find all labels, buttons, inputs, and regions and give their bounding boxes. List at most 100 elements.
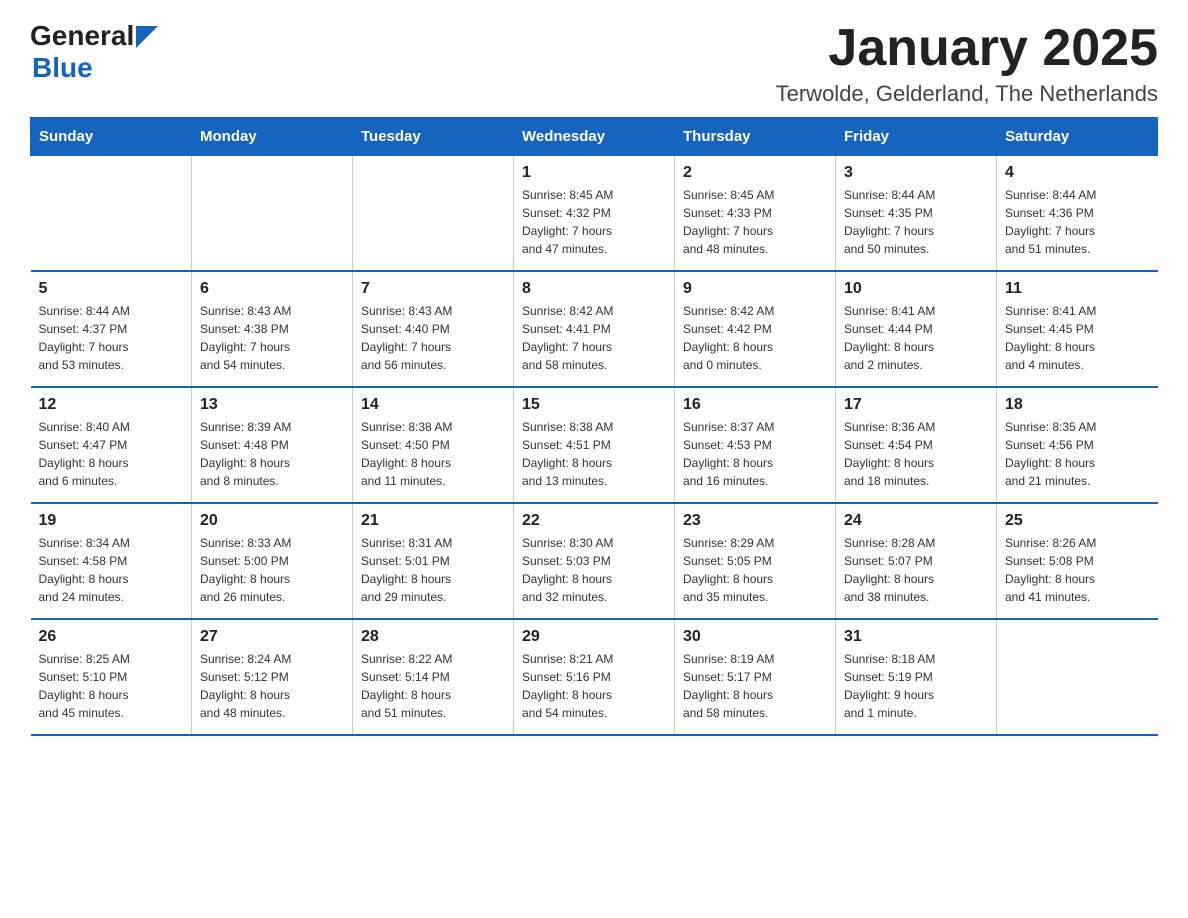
day-info: Sunrise: 8:25 AM Sunset: 5:10 PM Dayligh… (39, 650, 184, 722)
calendar-cell: 17 Sunrise: 8:36 AM Sunset: 4:54 PM Dayli… (836, 387, 997, 503)
month-title: January 2025 (776, 20, 1158, 77)
calendar-week-row: 26 Sunrise: 8:25 AM Sunset: 5:10 PM Dayli… (31, 619, 1158, 735)
day-info: Sunrise: 8:22 AM Sunset: 5:14 PM Dayligh… (361, 650, 505, 722)
day-info: Sunrise: 8:21 AM Sunset: 5:16 PM Dayligh… (522, 650, 666, 722)
day-info: Sunrise: 8:30 AM Sunset: 5:03 PM Dayligh… (522, 534, 666, 606)
day-info: Sunrise: 8:45 AM Sunset: 4:32 PM Dayligh… (522, 186, 666, 258)
weekday-header-monday: Monday (192, 118, 353, 156)
day-number: 9 (683, 280, 827, 298)
day-number: 29 (522, 628, 666, 646)
day-number: 20 (200, 512, 344, 530)
logo-blue: Blue (32, 52, 93, 84)
calendar-cell: 1 Sunrise: 8:45 AM Sunset: 4:32 PM Daylig… (514, 156, 675, 272)
day-number: 25 (1005, 512, 1150, 530)
day-number: 23 (683, 512, 827, 530)
day-number: 22 (522, 512, 666, 530)
day-info: Sunrise: 8:40 AM Sunset: 4:47 PM Dayligh… (39, 418, 184, 490)
calendar-table: SundayMondayTuesdayWednesdayThursdayFrid… (30, 117, 1158, 736)
calendar-cell: 9 Sunrise: 8:42 AM Sunset: 4:42 PM Daylig… (675, 271, 836, 387)
day-number: 27 (200, 628, 344, 646)
day-info: Sunrise: 8:26 AM Sunset: 5:08 PM Dayligh… (1005, 534, 1150, 606)
day-info: Sunrise: 8:36 AM Sunset: 4:54 PM Dayligh… (844, 418, 988, 490)
calendar-cell: 18Sunrise: 8:35 AM Sunset: 4:56 PM Dayli… (997, 387, 1158, 503)
day-number: 5 (39, 280, 184, 298)
calendar-week-row: 5 Sunrise: 8:44 AM Sunset: 4:37 PM Daylig… (31, 271, 1158, 387)
day-info: Sunrise: 8:42 AM Sunset: 4:41 PM Dayligh… (522, 302, 666, 374)
day-info: Sunrise: 8:28 AM Sunset: 5:07 PM Dayligh… (844, 534, 988, 606)
day-info: Sunrise: 8:33 AM Sunset: 5:00 PM Dayligh… (200, 534, 344, 606)
day-info: Sunrise: 8:18 AM Sunset: 5:19 PM Dayligh… (844, 650, 988, 722)
page-header: General Blue January 2025 Terwolde, Geld… (30, 20, 1158, 107)
day-number: 4 (1005, 164, 1150, 182)
weekday-header-tuesday: Tuesday (353, 118, 514, 156)
calendar-cell: 2 Sunrise: 8:45 AM Sunset: 4:33 PM Daylig… (675, 156, 836, 272)
day-number: 26 (39, 628, 184, 646)
calendar-cell: 6 Sunrise: 8:43 AM Sunset: 4:38 PM Daylig… (192, 271, 353, 387)
day-number: 14 (361, 396, 505, 414)
calendar-cell: 29 Sunrise: 8:21 AM Sunset: 5:16 PM Dayli… (514, 619, 675, 735)
calendar-cell: 30Sunrise: 8:19 AM Sunset: 5:17 PM Dayli… (675, 619, 836, 735)
logo-triangle-icon (136, 26, 158, 48)
calendar-cell: 3 Sunrise: 8:44 AM Sunset: 4:35 PM Daylig… (836, 156, 997, 272)
calendar-cell: 24Sunrise: 8:28 AM Sunset: 5:07 PM Dayli… (836, 503, 997, 619)
day-info: Sunrise: 8:45 AM Sunset: 4:33 PM Dayligh… (683, 186, 827, 258)
day-number: 8 (522, 280, 666, 298)
calendar-cell: 4 Sunrise: 8:44 AM Sunset: 4:36 PM Daylig… (997, 156, 1158, 272)
day-info: Sunrise: 8:41 AM Sunset: 4:45 PM Dayligh… (1005, 302, 1150, 374)
day-info: Sunrise: 8:42 AM Sunset: 4:42 PM Dayligh… (683, 302, 827, 374)
day-number: 13 (200, 396, 344, 414)
calendar-cell: 31Sunrise: 8:18 AM Sunset: 5:19 PM Dayli… (836, 619, 997, 735)
calendar-cell: 20 Sunrise: 8:33 AM Sunset: 5:00 PM Dayli… (192, 503, 353, 619)
logo-general: General (30, 20, 134, 52)
calendar-cell (31, 156, 192, 272)
calendar-cell: 21Sunrise: 8:31 AM Sunset: 5:01 PM Dayli… (353, 503, 514, 619)
calendar-cell: 27 Sunrise: 8:24 AM Sunset: 5:12 PM Dayli… (192, 619, 353, 735)
weekday-header-friday: Friday (836, 118, 997, 156)
day-number: 17 (844, 396, 988, 414)
day-number: 16 (683, 396, 827, 414)
calendar-cell: 11 Sunrise: 8:41 AM Sunset: 4:45 PM Dayli… (997, 271, 1158, 387)
day-info: Sunrise: 8:29 AM Sunset: 5:05 PM Dayligh… (683, 534, 827, 606)
calendar-cell: 7 Sunrise: 8:43 AM Sunset: 4:40 PM Daylig… (353, 271, 514, 387)
day-info: Sunrise: 8:43 AM Sunset: 4:38 PM Dayligh… (200, 302, 344, 374)
calendar-cell: 8 Sunrise: 8:42 AM Sunset: 4:41 PM Daylig… (514, 271, 675, 387)
title-block: January 2025 Terwolde, Gelderland, The N… (776, 20, 1158, 107)
day-info: Sunrise: 8:19 AM Sunset: 5:17 PM Dayligh… (683, 650, 827, 722)
day-info: Sunrise: 8:43 AM Sunset: 4:40 PM Dayligh… (361, 302, 505, 374)
calendar-cell: 15 Sunrise: 8:38 AM Sunset: 4:51 PM Dayli… (514, 387, 675, 503)
day-info: Sunrise: 8:44 AM Sunset: 4:37 PM Dayligh… (39, 302, 184, 374)
day-info: Sunrise: 8:41 AM Sunset: 4:44 PM Dayligh… (844, 302, 988, 374)
day-number: 19 (39, 512, 184, 530)
day-info: Sunrise: 8:31 AM Sunset: 5:01 PM Dayligh… (361, 534, 505, 606)
weekday-header-thursday: Thursday (675, 118, 836, 156)
calendar-cell (192, 156, 353, 272)
day-number: 3 (844, 164, 988, 182)
day-number: 15 (522, 396, 666, 414)
day-info: Sunrise: 8:38 AM Sunset: 4:51 PM Dayligh… (522, 418, 666, 490)
day-number: 28 (361, 628, 505, 646)
day-number: 2 (683, 164, 827, 182)
day-info: Sunrise: 8:44 AM Sunset: 4:36 PM Dayligh… (1005, 186, 1150, 258)
calendar-cell (997, 619, 1158, 735)
calendar-week-row: 19Sunrise: 8:34 AM Sunset: 4:58 PM Dayli… (31, 503, 1158, 619)
day-number: 6 (200, 280, 344, 298)
calendar-cell: 13Sunrise: 8:39 AM Sunset: 4:48 PM Dayli… (192, 387, 353, 503)
calendar-week-row: 1 Sunrise: 8:45 AM Sunset: 4:32 PM Daylig… (31, 156, 1158, 272)
calendar-week-row: 12Sunrise: 8:40 AM Sunset: 4:47 PM Dayli… (31, 387, 1158, 503)
day-info: Sunrise: 8:37 AM Sunset: 4:53 PM Dayligh… (683, 418, 827, 490)
weekday-header-sunday: Sunday (31, 118, 192, 156)
day-info: Sunrise: 8:44 AM Sunset: 4:35 PM Dayligh… (844, 186, 988, 258)
day-info: Sunrise: 8:24 AM Sunset: 5:12 PM Dayligh… (200, 650, 344, 722)
calendar-cell: 25 Sunrise: 8:26 AM Sunset: 5:08 PM Dayli… (997, 503, 1158, 619)
weekday-header-saturday: Saturday (997, 118, 1158, 156)
day-number: 1 (522, 164, 666, 182)
calendar-cell: 23 Sunrise: 8:29 AM Sunset: 5:05 PM Dayli… (675, 503, 836, 619)
calendar-cell: 19Sunrise: 8:34 AM Sunset: 4:58 PM Dayli… (31, 503, 192, 619)
day-number: 11 (1005, 280, 1150, 298)
day-info: Sunrise: 8:35 AM Sunset: 4:56 PM Dayligh… (1005, 418, 1150, 490)
calendar-cell: 12Sunrise: 8:40 AM Sunset: 4:47 PM Dayli… (31, 387, 192, 503)
day-number: 10 (844, 280, 988, 298)
day-number: 7 (361, 280, 505, 298)
calendar-cell (353, 156, 514, 272)
day-info: Sunrise: 8:38 AM Sunset: 4:50 PM Dayligh… (361, 418, 505, 490)
